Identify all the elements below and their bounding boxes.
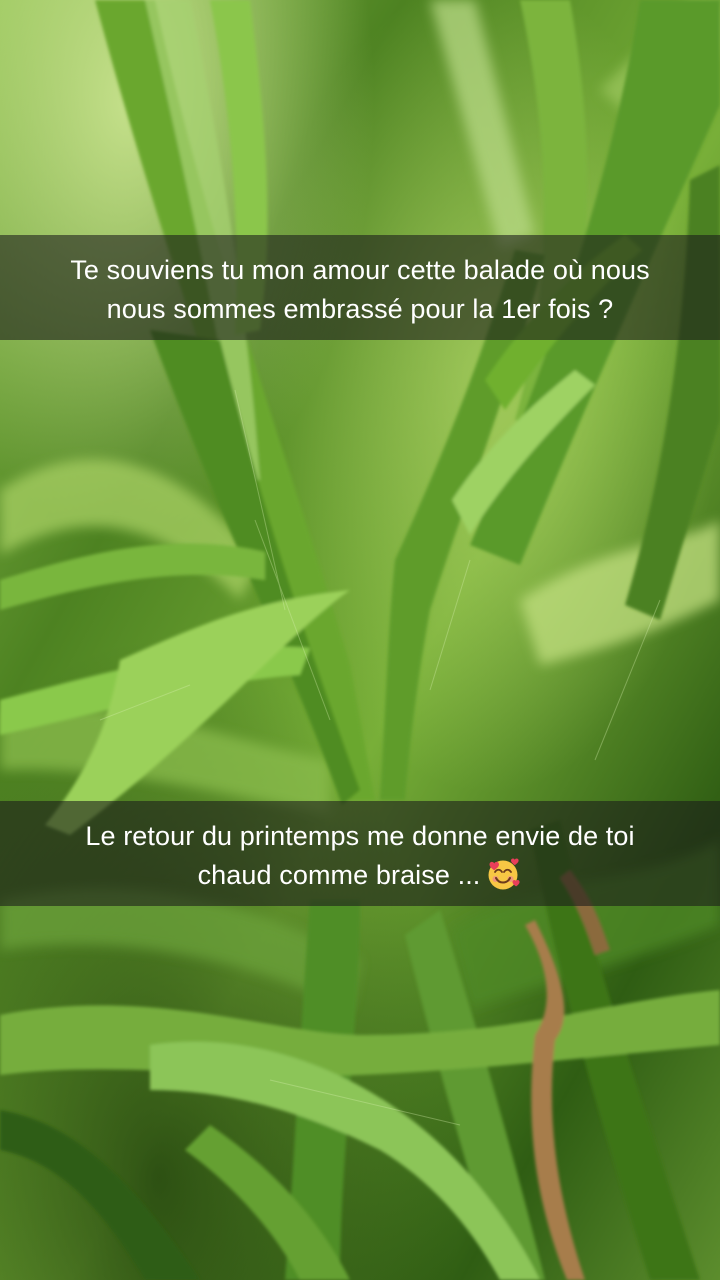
bottom-caption-line-2-text: chaud comme braise ... (197, 860, 481, 890)
grass-photo (0, 0, 720, 1280)
top-caption-line-2: nous sommes embrassé pour la 1er fois ? (106, 294, 614, 324)
bottom-caption: Le retour du printemps me donne envie de… (0, 801, 720, 906)
bottom-caption-line-1: Le retour du printemps me donne envie de… (85, 821, 635, 851)
top-caption-line-1: Te souviens tu mon amour cette balade où… (70, 255, 650, 285)
snap-story-screen: Te souviens tu mon amour cette balade où… (0, 0, 720, 1280)
smiling-face-with-hearts-icon (484, 856, 522, 892)
top-caption: Te souviens tu mon amour cette balade où… (0, 235, 720, 340)
bottom-caption-line-2: chaud comme braise ... (10, 856, 710, 895)
